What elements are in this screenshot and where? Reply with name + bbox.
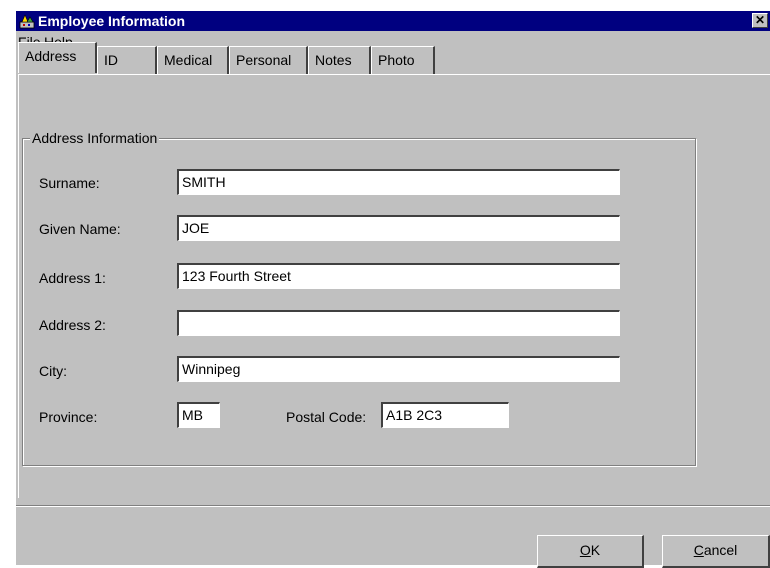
close-button[interactable]: ✕ — [752, 13, 768, 28]
cancel-button-mnemonic: C — [693, 542, 704, 558]
tab-personal[interactable]: Personal — [229, 46, 308, 74]
tab-notes-label: Notes — [315, 52, 352, 68]
ok-button-label: K — [590, 542, 601, 558]
tab-address-label: Address — [25, 48, 77, 64]
tab-medical[interactable]: Medical — [157, 46, 229, 74]
window-title: Employee Information — [38, 13, 186, 29]
tab-photo-label: Photo — [378, 52, 415, 68]
cancel-button-label: ancel — [703, 542, 738, 558]
close-icon: ✕ — [754, 13, 766, 27]
group-title: Address Information — [30, 129, 160, 147]
cancel-button[interactable]: Cancel — [662, 535, 770, 568]
title-bar[interactable]: Employee Information ✕ — [16, 11, 770, 31]
tab-id[interactable]: ID — [97, 46, 157, 74]
tab-medical-label: Medical — [164, 52, 213, 68]
keys-icon — [19, 14, 35, 29]
ok-button[interactable]: OK — [537, 535, 644, 568]
button-area-divider — [16, 505, 770, 507]
tab-personal-label: Personal — [236, 52, 292, 68]
employee-information-window: Employee Information ✕ File Help Address… — [16, 11, 770, 568]
ok-button-mnemonic: O — [579, 542, 591, 558]
tab-photo[interactable]: Photo — [371, 46, 435, 74]
tab-address[interactable]: Address — [18, 42, 97, 73]
tab-notes[interactable]: Notes — [308, 46, 371, 74]
tab-id-label: ID — [104, 52, 118, 68]
